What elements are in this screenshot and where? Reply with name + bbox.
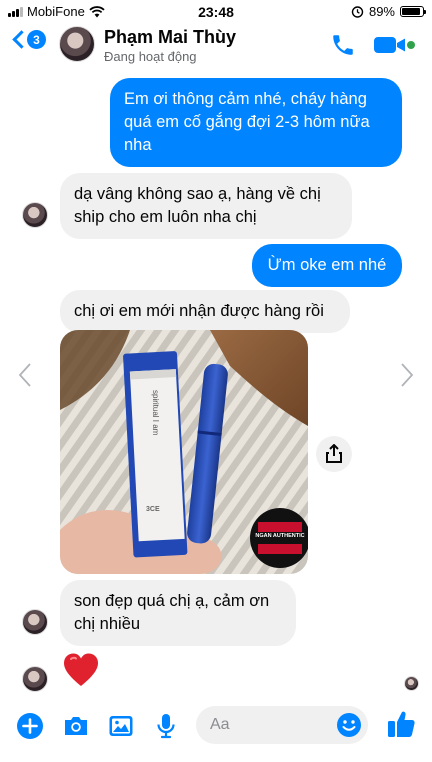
camera-icon[interactable] [62,712,90,740]
heart-sticker[interactable]: ❤️ [62,652,100,688]
share-button[interactable] [316,436,352,472]
image-icon[interactable] [107,712,135,740]
composer-bar [0,700,432,750]
sender-avatar[interactable] [22,202,48,228]
message-bubble-outgoing[interactable]: Ừm oke em nhé [252,244,402,287]
message-bubble-incoming[interactable]: dạ vâng không sao ạ, hàng về chị ship ch… [60,173,352,239]
alarm-icon [351,6,364,18]
battery-percent: 89% [368,4,395,19]
battery-fill [402,8,420,15]
phone-icon[interactable] [330,32,356,58]
chat-header: 3 Phạm Mai Thùy Đang hoạt động [0,22,432,68]
logo-text: NGAN AUTHENTIC [255,533,305,539]
message-input[interactable] [210,706,330,744]
microphone-icon[interactable] [152,712,180,740]
box-brand: 3CE [146,506,160,513]
message-bubble-incoming[interactable]: son đẹp quá chị ạ, cảm ơn chị nhiều [60,580,296,646]
message-bubble-incoming[interactable]: chị ơi em mới nhận được hàng rồi [60,290,350,333]
plus-icon[interactable] [16,712,44,740]
video-camera-icon[interactable] [372,32,416,58]
box-text: spiritual I am [151,390,160,436]
message-bubble-outgoing[interactable]: Em ơi thông cảm nhé, cháy hàng quá em cố… [110,78,402,167]
status-bar: MobiFone 23:48 89% [0,0,432,22]
contact-status: Đang hoạt động [104,49,197,64]
message-photo[interactable]: spiritual I am 3CE NGAN AUTHENTIC [60,330,308,574]
chevron-left-icon[interactable] [18,362,32,388]
contact-name[interactable]: Phạm Mai Thùy [104,27,236,48]
message-input-container[interactable] [196,706,368,744]
battery-icon [400,6,426,17]
share-icon [326,444,342,463]
thumbs-up-icon[interactable] [386,709,416,739]
read-receipt-avatar [404,676,419,691]
online-dot-icon [407,41,415,49]
emoji-icon[interactable] [336,712,362,738]
heart-icon [64,653,98,686]
status-right: 89% [351,4,426,19]
sender-avatar[interactable] [22,609,48,635]
back-button[interactable]: 3 [10,30,46,49]
contact-avatar[interactable] [59,26,95,62]
sender-avatar[interactable] [22,666,48,692]
chevron-right-icon[interactable] [400,362,414,388]
